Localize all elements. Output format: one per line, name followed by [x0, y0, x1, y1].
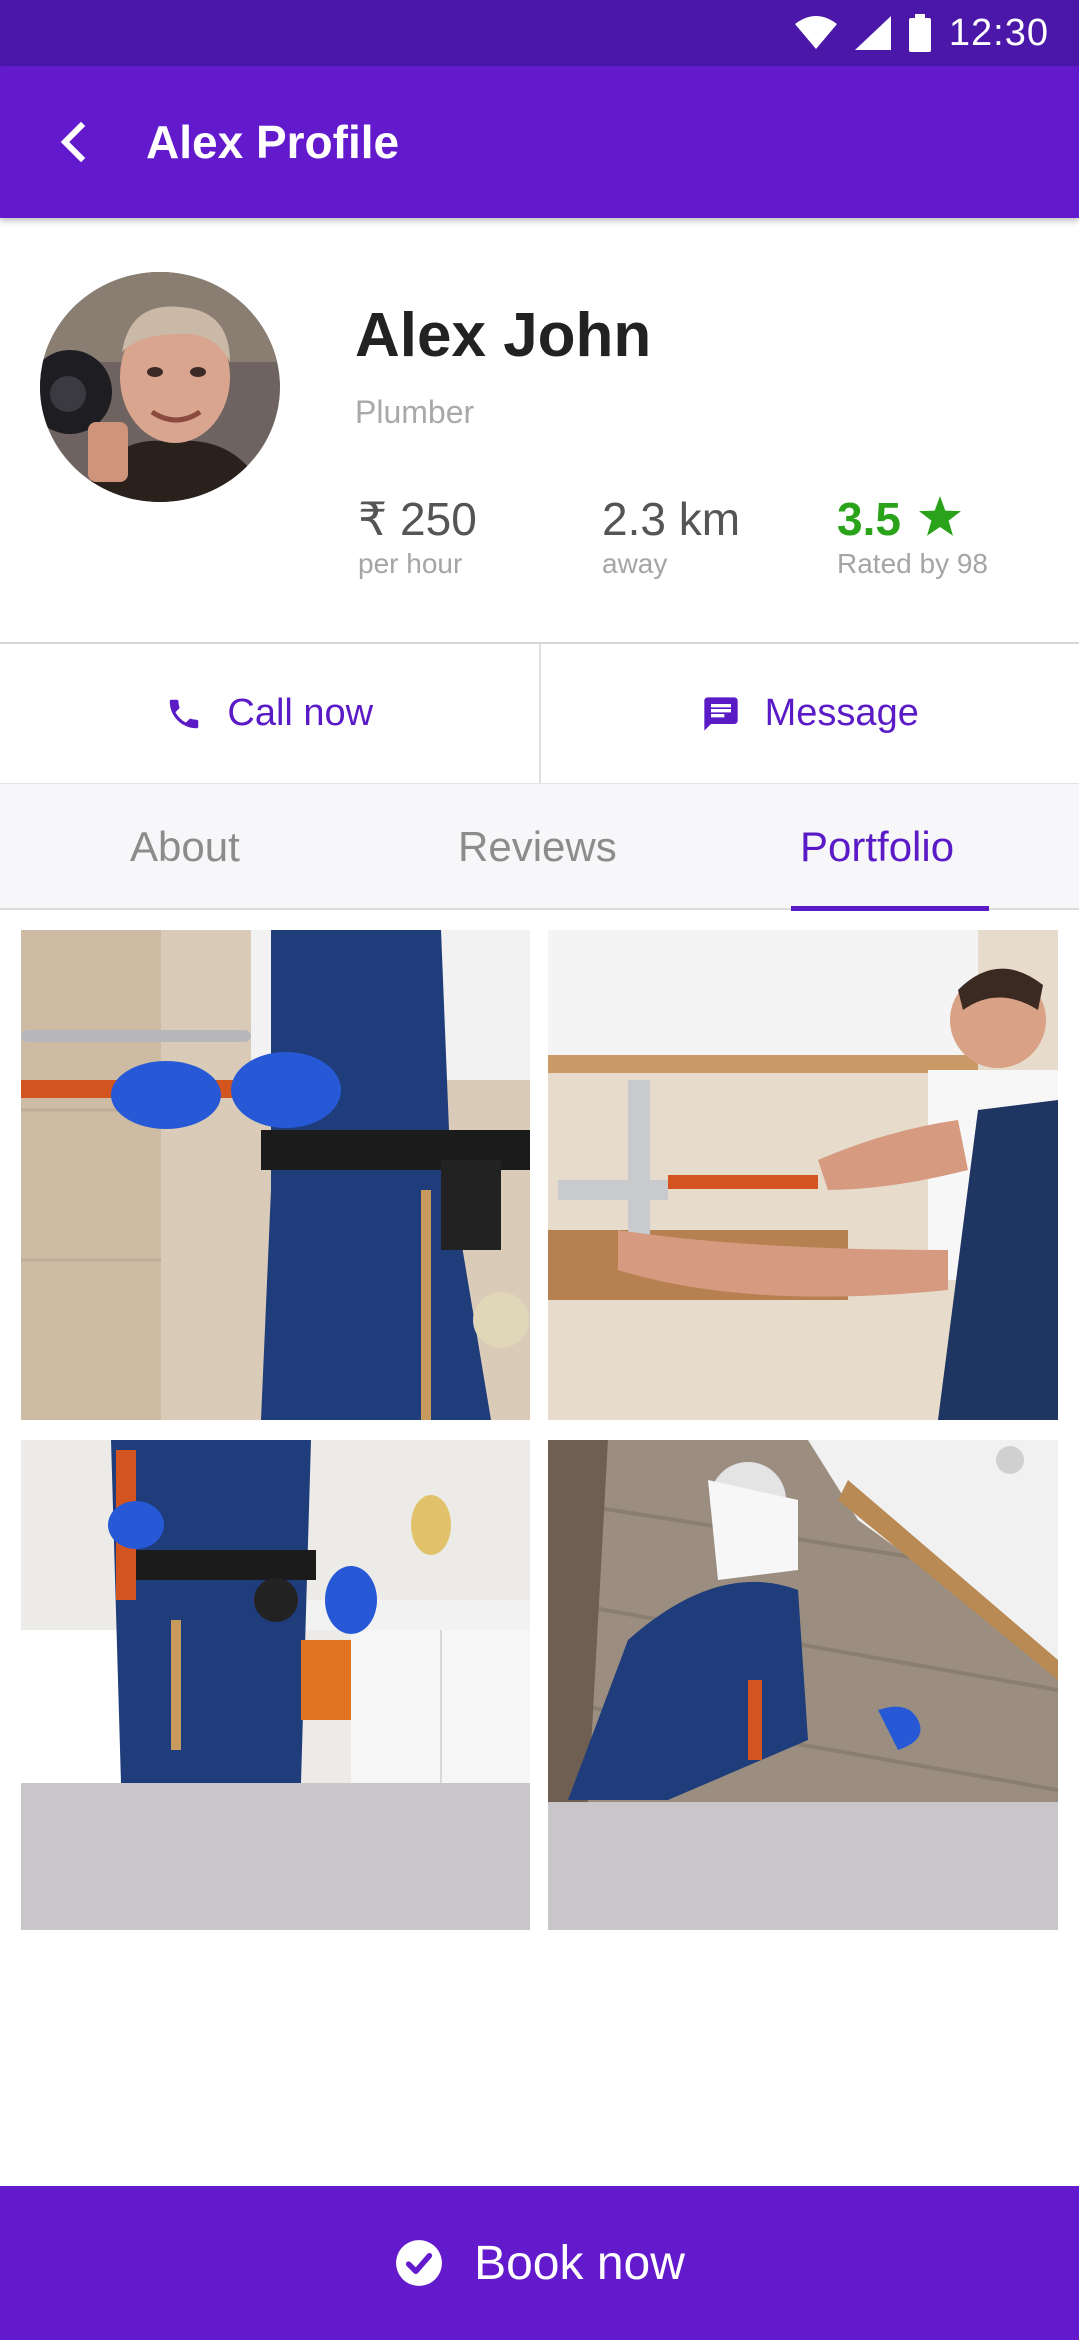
rate-stat: ₹ 250 per hour	[358, 492, 477, 580]
status-bar: 12:30	[0, 0, 1079, 66]
book-now-button[interactable]: Book now	[0, 2186, 1079, 2340]
portfolio-image[interactable]	[548, 930, 1058, 1420]
tab-portfolio[interactable]: Portfolio	[800, 784, 954, 910]
phone-icon	[170, 699, 199, 728]
distance-value: 2.3 km	[602, 493, 741, 545]
message-button[interactable]: Message	[538, 644, 1079, 783]
portfolio-image[interactable]	[21, 1440, 530, 1930]
status-time: 12:30	[948, 11, 1049, 54]
profile-card: Alex John Plumber ₹ 250 per hour 2.3 km …	[0, 218, 1079, 642]
check-circle-icon	[396, 2240, 443, 2286]
profile-trade: Plumber	[355, 394, 475, 430]
rate-label: per hour	[358, 548, 463, 579]
app-bar: Alex Profile	[0, 66, 1079, 218]
profile-name: Alex John	[355, 301, 652, 370]
tab-about[interactable]: About	[130, 784, 240, 910]
rating-label: Rated by 98	[837, 548, 988, 579]
profile-tabs: About Reviews Portfolio	[0, 784, 1079, 911]
avatar	[40, 272, 280, 502]
message-label: Message	[764, 692, 919, 734]
rating-stat: 3.5 Rated by 98	[837, 492, 988, 580]
star-icon	[918, 496, 961, 536]
rating-value-row: 3.5	[837, 492, 988, 546]
tab-indicator	[791, 906, 989, 911]
portfolio-image[interactable]	[21, 930, 530, 1420]
battery-icon	[908, 14, 931, 52]
rating-value: 3.5	[837, 493, 901, 545]
book-now-label: Book now	[474, 2236, 685, 2290]
chevron-left-icon	[60, 122, 86, 162]
action-bar: Call now Message	[0, 642, 1079, 784]
chat-icon	[703, 696, 738, 731]
signal-icon	[854, 16, 891, 50]
status-icons: 12:30	[794, 0, 1049, 66]
call-now-label: Call now	[227, 692, 374, 734]
back-button[interactable]	[32, 102, 112, 182]
tab-reviews[interactable]: Reviews	[458, 784, 617, 910]
page-title: Alex Profile	[146, 116, 400, 168]
distance-stat: 2.3 km away	[602, 492, 740, 580]
wifi-icon	[794, 16, 837, 49]
rate-value: ₹ 250	[358, 493, 477, 545]
call-now-button[interactable]: Call now	[0, 644, 539, 783]
portfolio-image[interactable]	[548, 1440, 1058, 1930]
distance-label: away	[602, 548, 668, 579]
